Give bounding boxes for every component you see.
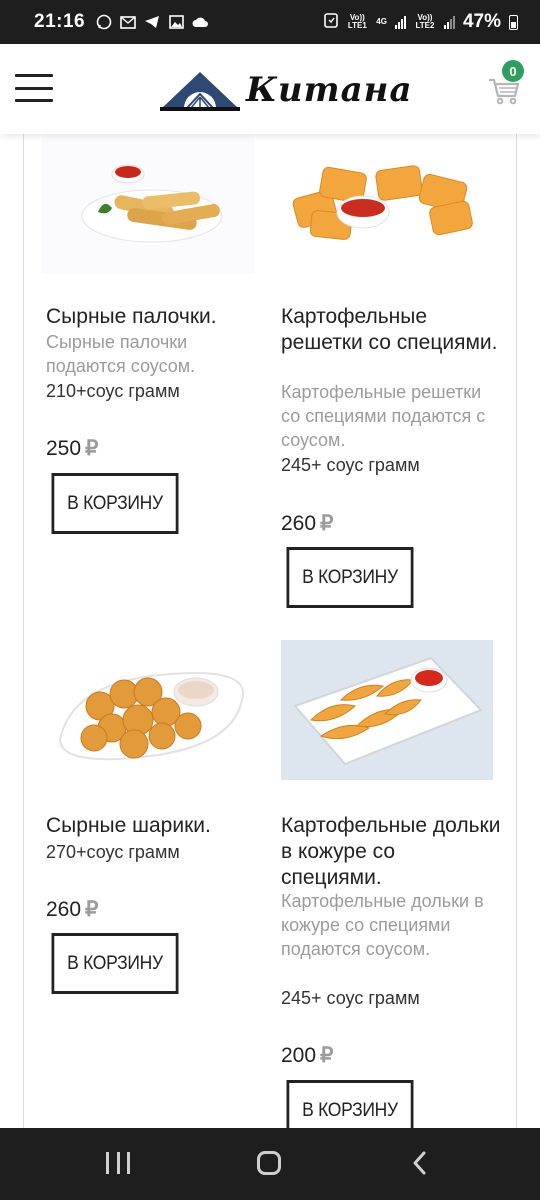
- status-indicators: Vo)) LTE1 4G Vo)) LTE2 47%: [324, 11, 518, 33]
- cheese-balls-image[interactable]: [42, 640, 254, 780]
- site-header: Китана: [0, 44, 540, 134]
- network-label-1: Vo)) LTE1: [347, 13, 367, 30]
- price-value: 260: [46, 898, 82, 921]
- product-price: 260 ₽: [281, 511, 333, 536]
- product-price: 260 ₽: [46, 897, 98, 922]
- add-to-cart-button[interactable]: В КОРЗИНУ: [51, 473, 179, 534]
- product-price: 250 ₽: [46, 436, 98, 461]
- cheese-sticks-image[interactable]: [42, 134, 254, 274]
- add-to-cart-button[interactable]: В КОРЗИНУ: [286, 1080, 414, 1128]
- frame-divider-left: [23, 134, 24, 1128]
- frame-divider-right: [516, 134, 517, 1128]
- telegram-icon: [143, 14, 161, 30]
- network-label-3: Vo)) LTE2: [415, 13, 435, 30]
- signal-icon: [394, 15, 406, 29]
- whatsapp-icon: [95, 14, 113, 30]
- product-weight: 245+ соус грамм: [281, 455, 420, 475]
- mail-icon: [119, 14, 137, 30]
- product-title[interactable]: Картофельные дольки в кожуре со специями…: [281, 813, 501, 891]
- status-time: 21:16: [34, 11, 86, 32]
- cart-count-badge: 0: [502, 60, 524, 82]
- product-list: Сырные палочки. Сырные палочки подаются …: [0, 134, 540, 1128]
- ruble-icon: ₽: [320, 1044, 334, 1067]
- product-weight: 210+соус грамм: [46, 381, 180, 401]
- alarm-icon: [324, 12, 339, 33]
- signal-icon-2: [443, 15, 455, 29]
- product-price: 200 ₽: [281, 1043, 333, 1068]
- add-to-cart-button[interactable]: В КОРЗИНУ: [286, 547, 414, 608]
- price-value: 200: [281, 1044, 317, 1067]
- price-value: 250: [46, 437, 82, 460]
- recent-apps-icon[interactable]: [106, 1152, 130, 1174]
- product-title[interactable]: Сырные шарики.: [46, 813, 266, 839]
- battery-icon: [509, 14, 518, 30]
- notification-icons: [95, 14, 209, 30]
- product-title[interactable]: Картофельные решетки со специями.: [281, 304, 501, 356]
- product-description: Картофельные дольки в кожуре со специями…: [281, 891, 484, 959]
- cloud-icon: [191, 14, 209, 30]
- waffle-fries-image[interactable]: [281, 134, 493, 274]
- logo-text: Китана: [246, 70, 413, 110]
- add-to-cart-button[interactable]: В КОРЗИНУ: [51, 933, 179, 994]
- ruble-icon: ₽: [85, 437, 99, 460]
- fan-logo-icon: [160, 72, 240, 111]
- price-value: 260: [281, 512, 317, 535]
- network-label-2: 4G: [376, 17, 387, 26]
- ruble-icon: ₽: [320, 512, 334, 535]
- ruble-icon: ₽: [85, 898, 99, 921]
- menu-icon[interactable]: [15, 74, 53, 102]
- product-description: Картофельные решетки со специями подаютс…: [281, 382, 486, 450]
- product-description: Сырные палочки подаются соусом.: [46, 332, 196, 376]
- back-icon[interactable]: [410, 1150, 430, 1176]
- home-icon[interactable]: [257, 1151, 281, 1175]
- product-title[interactable]: Сырные палочки.: [46, 304, 266, 330]
- system-nav-bar: [0, 1128, 540, 1200]
- status-bar: 21:16 Vo)) LTE1 4G Vo)) LTE2 47%: [0, 0, 540, 44]
- battery-percent: 47%: [462, 11, 501, 32]
- gallery-icon: [167, 14, 185, 30]
- product-weight: 245+ соус грамм: [281, 988, 420, 1008]
- product-weight: 270+соус грамм: [46, 842, 180, 862]
- site-logo[interactable]: Китана: [160, 68, 412, 112]
- potato-wedges-image[interactable]: [281, 640, 493, 780]
